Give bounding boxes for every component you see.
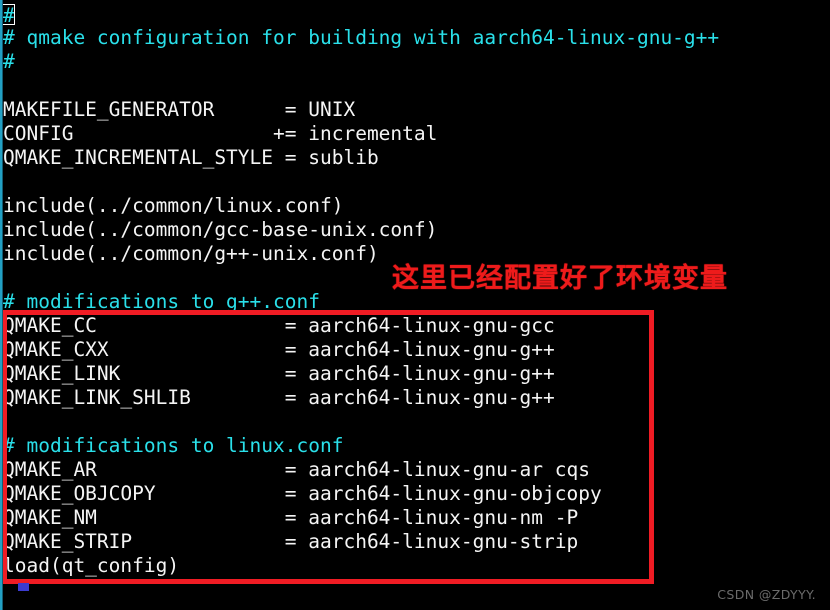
status-cursor-indicator bbox=[18, 583, 29, 591]
terminal-line: include(../common/g++-unix.conf) bbox=[3, 242, 379, 265]
annotation-text: 这里已经配置好了环境变量 bbox=[392, 263, 728, 294]
terminal-line: include(../common/linux.conf) bbox=[3, 194, 344, 217]
terminal-line: # modifications to linux.conf bbox=[3, 434, 344, 457]
terminal-line: # bbox=[3, 50, 15, 73]
terminal-scrollbar[interactable] bbox=[0, 0, 3, 610]
terminal-line: QMAKE_STRIP = aarch64-linux-gnu-strip bbox=[3, 530, 579, 553]
editor-text-area[interactable]: # # qmake configuration for building with… bbox=[0, 0, 830, 610]
text-cursor bbox=[2, 4, 15, 25]
terminal-line: load(qt_config) bbox=[3, 554, 180, 577]
csdn-watermark: CSDN @ZDYYY. bbox=[717, 587, 816, 602]
terminal-line: include(../common/gcc-base-unix.conf) bbox=[3, 218, 438, 241]
terminal-line: QMAKE_AR = aarch64-linux-gnu-ar cqs bbox=[3, 458, 590, 481]
terminal-line: # qmake configuration for building with … bbox=[3, 26, 720, 49]
terminal-line: # modifications to g++.conf bbox=[3, 290, 320, 313]
terminal-line: QMAKE_OBJCOPY = aarch64-linux-gnu-objcop… bbox=[3, 482, 602, 505]
terminal-line: QMAKE_CXX = aarch64-linux-gnu-g++ bbox=[3, 338, 555, 361]
terminal-line: CONFIG += incremental bbox=[3, 122, 438, 145]
terminal-line: QMAKE_LINK = aarch64-linux-gnu-g++ bbox=[3, 362, 555, 385]
terminal-line: QMAKE_INCREMENTAL_STYLE = sublib bbox=[3, 146, 379, 169]
terminal-line: QMAKE_NM = aarch64-linux-gnu-nm -P bbox=[3, 506, 579, 529]
terminal-line: MAKEFILE_GENERATOR = UNIX bbox=[3, 98, 356, 121]
terminal-line: QMAKE_LINK_SHLIB = aarch64-linux-gnu-g++ bbox=[3, 386, 555, 409]
terminal-line: QMAKE_CC = aarch64-linux-gnu-gcc bbox=[3, 314, 555, 337]
terminal-window[interactable]: # # qmake configuration for building with… bbox=[0, 0, 830, 610]
